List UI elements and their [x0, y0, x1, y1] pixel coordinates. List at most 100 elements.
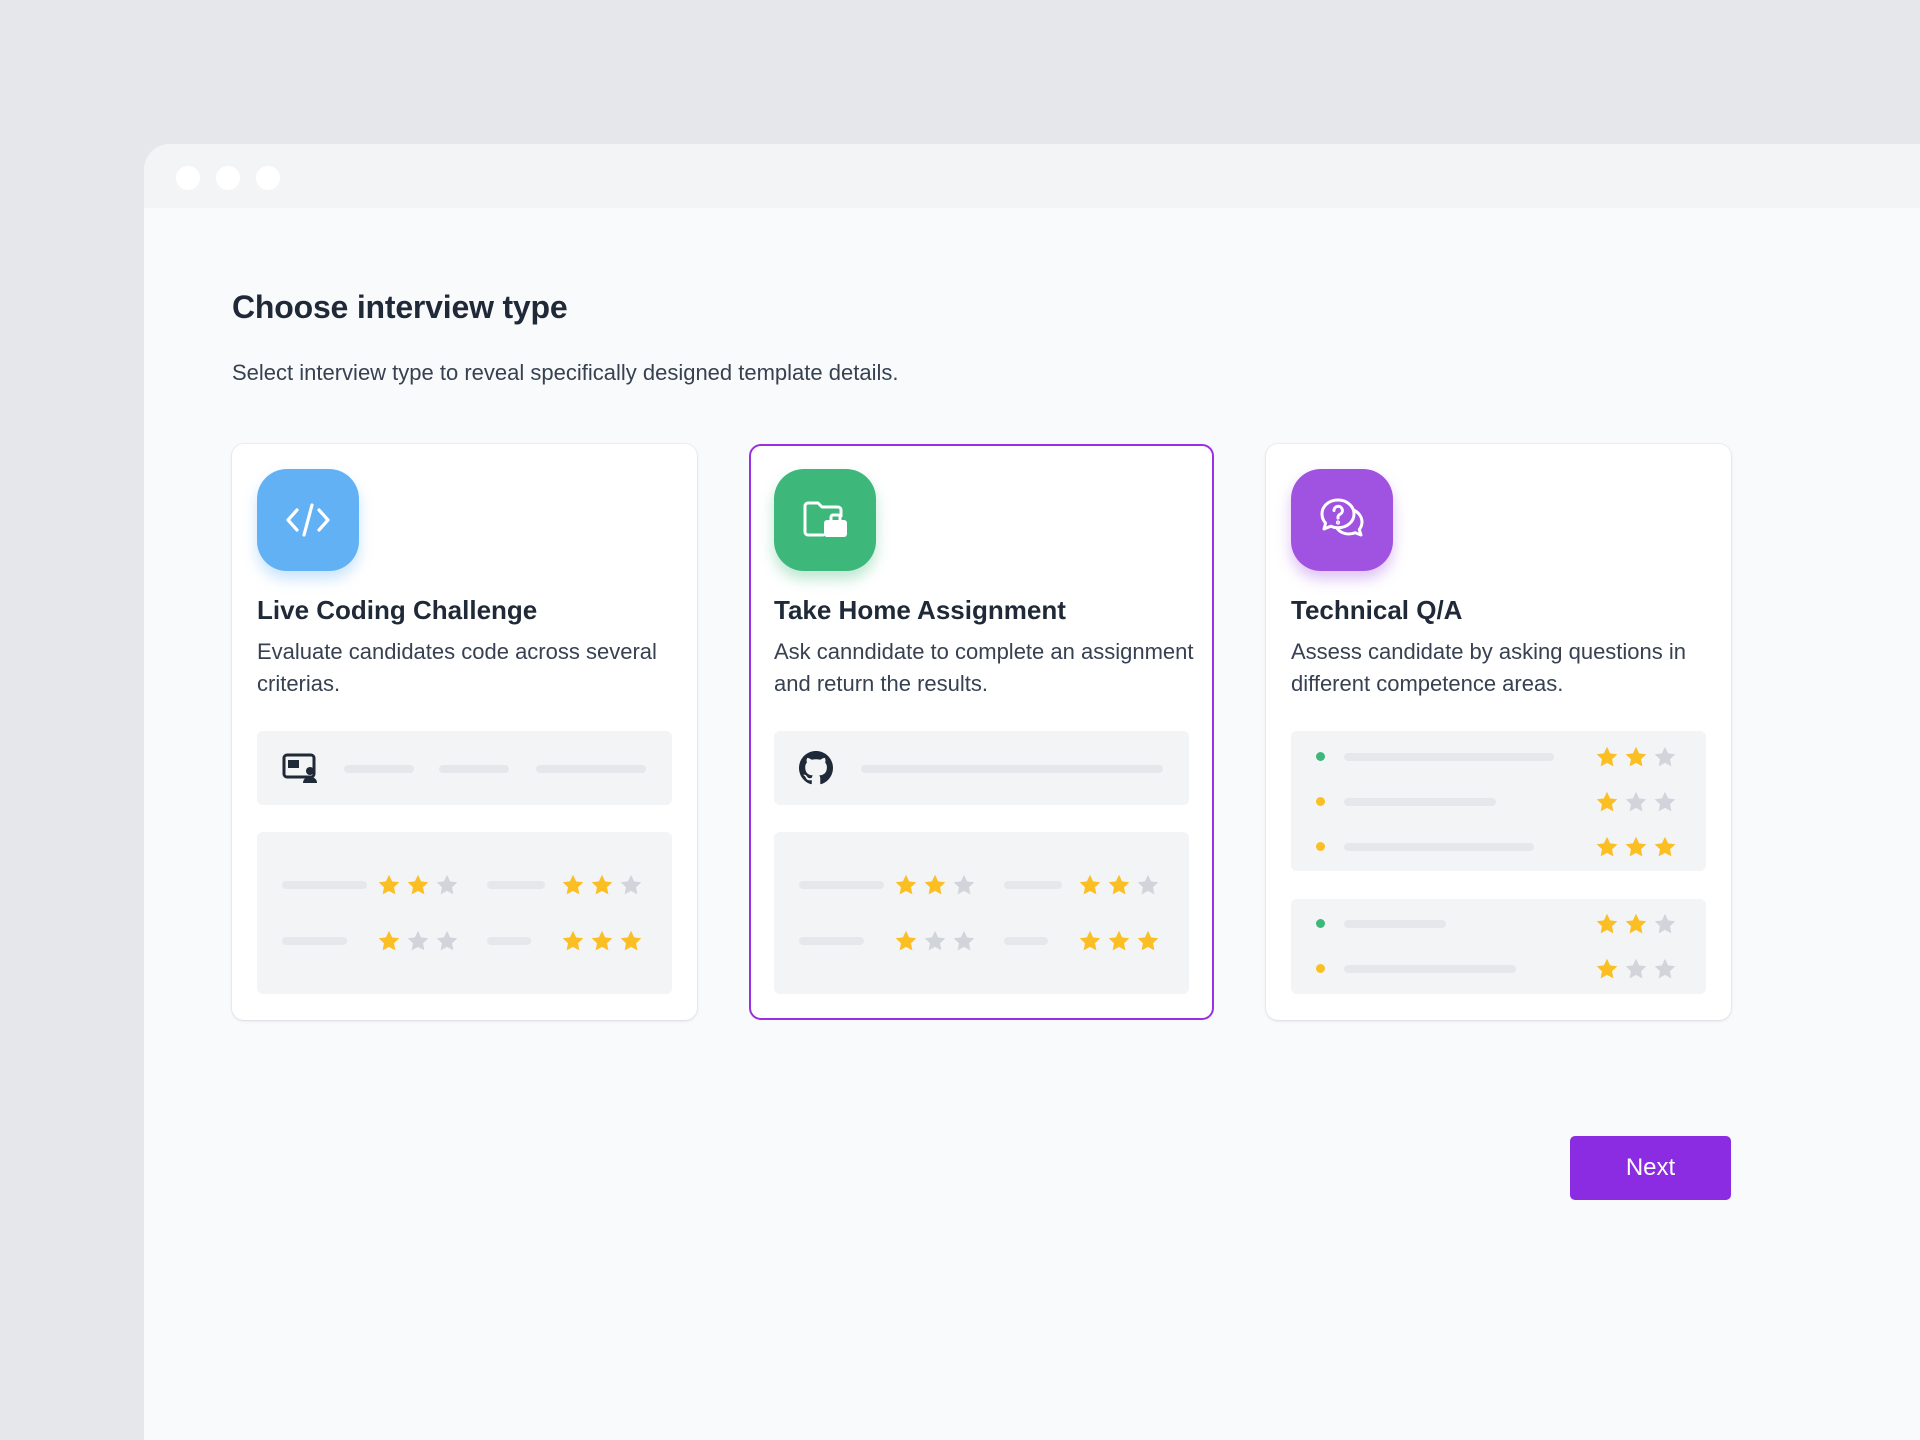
star-filled-icon: [619, 929, 643, 953]
star-rating: [1595, 912, 1677, 936]
card-description: Evaluate candidates code across several …: [257, 639, 657, 696]
card-description: Ask canndidate to complete an assignment…: [774, 639, 1194, 696]
star-empty-icon: [435, 873, 459, 897]
window-dot-minimize[interactable]: [216, 166, 240, 190]
interview-type-card-take-home[interactable]: Take Home Assignment Ask canndidate to c…: [749, 444, 1214, 1020]
folder-briefcase-icon: [774, 469, 876, 571]
questions-preview-panel: [1291, 899, 1706, 994]
star-filled-icon: [1595, 745, 1619, 769]
placeholder-bar: [487, 881, 545, 889]
placeholder-bar: [439, 765, 509, 773]
placeholder-bar: [799, 881, 884, 889]
star-rating: [1595, 835, 1677, 859]
placeholder-bar: [1344, 920, 1446, 928]
status-dot-green: [1316, 752, 1325, 761]
page-subtitle: Select interview type to reveal specific…: [232, 360, 899, 385]
star-filled-icon: [894, 929, 918, 953]
card-title: Technical Q/A: [1291, 595, 1463, 625]
star-rating: [377, 873, 459, 897]
card-title: Take Home Assignment: [774, 595, 1066, 625]
star-rating: [1595, 790, 1677, 814]
placeholder-bar: [344, 765, 414, 773]
star-filled-icon: [1078, 929, 1102, 953]
star-empty-icon: [619, 873, 643, 897]
star-filled-icon: [1595, 790, 1619, 814]
window-dot-maximize[interactable]: [256, 166, 280, 190]
star-filled-icon: [1624, 912, 1648, 936]
star-rating: [1078, 929, 1160, 953]
star-filled-icon: [1078, 873, 1102, 897]
ratings-preview-panel: [774, 832, 1189, 994]
star-rating: [894, 929, 976, 953]
placeholder-bar: [282, 937, 347, 945]
status-dot-yellow: [1316, 797, 1325, 806]
star-empty-icon: [1624, 790, 1648, 814]
status-dot-yellow: [1316, 964, 1325, 973]
star-empty-icon: [1653, 912, 1677, 936]
placeholder-bar: [1344, 965, 1516, 973]
star-filled-icon: [1136, 929, 1160, 953]
star-rating: [1595, 957, 1677, 981]
github-icon: [799, 751, 833, 790]
star-empty-icon: [1653, 790, 1677, 814]
star-filled-icon: [1107, 873, 1131, 897]
star-rating: [894, 873, 976, 897]
star-filled-icon: [1595, 912, 1619, 936]
star-empty-icon: [1653, 957, 1677, 981]
star-filled-icon: [894, 873, 918, 897]
placeholder-bar: [1004, 881, 1062, 889]
star-rating: [377, 929, 459, 953]
star-filled-icon: [590, 929, 614, 953]
placeholder-bar: [282, 881, 367, 889]
chat-question-icon: [1291, 469, 1393, 571]
star-rating: [561, 929, 643, 953]
placeholder-bar: [799, 937, 864, 945]
star-filled-icon: [1107, 929, 1131, 953]
star-empty-icon: [435, 929, 459, 953]
window-dot-close[interactable]: [176, 166, 200, 190]
placeholder-bar: [1344, 843, 1534, 851]
app-window: Choose interview type Select interview t…: [144, 144, 1920, 1440]
ratings-preview-panel: [257, 832, 672, 994]
window-titlebar: [144, 144, 1920, 208]
status-dot-yellow: [1316, 842, 1325, 851]
star-empty-icon: [952, 929, 976, 953]
star-filled-icon: [1653, 835, 1677, 859]
star-filled-icon: [377, 929, 401, 953]
star-filled-icon: [1595, 957, 1619, 981]
card-description: Assess candidate by asking questions in …: [1291, 639, 1687, 696]
next-button[interactable]: Next: [1570, 1136, 1731, 1200]
tools-preview-panel: [774, 731, 1189, 805]
placeholder-bar: [861, 765, 1163, 773]
status-dot-green: [1316, 919, 1325, 928]
interview-type-card-technical-qa[interactable]: Technical Q/A Assess candidate by asking…: [1266, 444, 1731, 1020]
star-filled-icon: [590, 873, 614, 897]
placeholder-bar: [1344, 798, 1496, 806]
questions-preview-panel: [1291, 731, 1706, 871]
code-icon: [257, 469, 359, 571]
star-empty-icon: [1624, 957, 1648, 981]
placeholder-bar: [1344, 753, 1554, 761]
star-empty-icon: [1136, 873, 1160, 897]
star-empty-icon: [1653, 745, 1677, 769]
star-rating: [1595, 745, 1677, 769]
star-filled-icon: [1624, 745, 1648, 769]
page-title: Choose interview type: [232, 289, 568, 325]
star-filled-icon: [561, 873, 585, 897]
star-empty-icon: [952, 873, 976, 897]
star-empty-icon: [923, 929, 947, 953]
star-filled-icon: [406, 873, 430, 897]
star-filled-icon: [377, 873, 401, 897]
star-empty-icon: [406, 929, 430, 953]
star-filled-icon: [1595, 835, 1619, 859]
star-rating: [1078, 873, 1160, 897]
placeholder-bar: [536, 765, 646, 773]
placeholder-bar: [1004, 937, 1048, 945]
star-filled-icon: [923, 873, 947, 897]
star-filled-icon: [561, 929, 585, 953]
star-rating: [561, 873, 643, 897]
interview-type-card-live-coding[interactable]: Live Coding Challenge Evaluate candidate…: [232, 444, 697, 1020]
star-filled-icon: [1624, 835, 1648, 859]
placeholder-bar: [487, 937, 531, 945]
card-title: Live Coding Challenge: [257, 595, 538, 625]
